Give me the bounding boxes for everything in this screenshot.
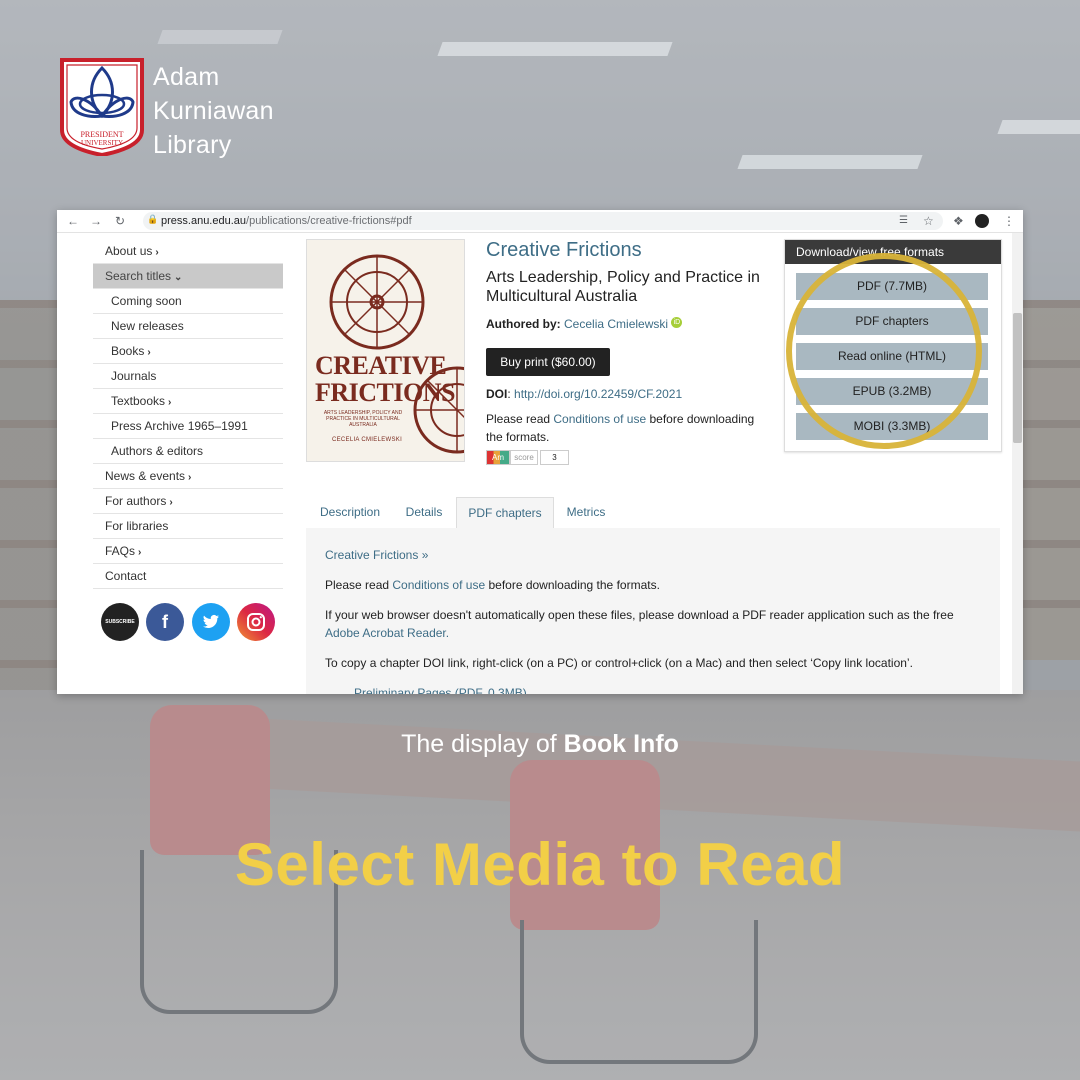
chevron-right-icon: › [138, 547, 142, 558]
nav-item-faqs[interactable]: FAQs › [93, 539, 283, 564]
orcid-icon[interactable]: iD [671, 317, 683, 328]
reload-icon[interactable]: ↻ [115, 213, 125, 229]
web-page: About us › Search titles ⌄ Coming soon New… [57, 233, 1012, 694]
facebook-icon[interactable]: f [146, 603, 184, 641]
highlight-circle [786, 253, 982, 449]
nav-item-journals[interactable]: Journals [93, 364, 283, 389]
address-bar[interactable]: 🔒 press.anu.edu.au/publications/creative… [143, 212, 943, 230]
content-copy-note: To copy a chapter DOI link, right-click … [325, 656, 913, 670]
sidebar-nav: About us › Search titles ⌄ Coming soon New… [93, 239, 283, 589]
adobe-reader-link[interactable]: Adobe Acrobat Reader. [325, 626, 449, 640]
content-browser-note: If your web browser doesn't automaticall… [325, 608, 954, 640]
nav-item-books[interactable]: Books › [93, 339, 283, 364]
nav-item-new-releases[interactable]: New releases [93, 314, 283, 339]
tab-pdf-chapters[interactable]: PDF chapters [456, 497, 554, 529]
nav-item-for-libraries[interactable]: For libraries [93, 514, 283, 539]
tab-content: Creative Frictions » Please read Conditi… [306, 528, 1000, 694]
doi-link[interactable]: http://doi.org/10.22459/CF.2021 [514, 387, 682, 401]
logo-text-line2: UNIVERSITY [81, 139, 123, 147]
chevron-down-icon: ⌄ [174, 272, 183, 283]
author-link[interactable]: Cecelia Cmielewski [564, 317, 668, 331]
browser-window: ← → ↻ 🔒 press.anu.edu.au/publications/cr… [57, 210, 1023, 694]
altmetric-score: 3 [540, 450, 569, 465]
nav-item-news-events[interactable]: News & events › [93, 464, 283, 489]
headline: Select Media to Read [234, 831, 846, 898]
profile-avatar-icon[interactable] [975, 214, 989, 228]
altmetric-score-label: score [510, 450, 538, 465]
caption: The display of Book Info [401, 730, 679, 758]
book-title: Creative Frictions [486, 239, 642, 261]
book-cover[interactable]: CREATIVE FRICTIONS ARTS LEADERSHIP, POLI… [306, 239, 465, 462]
tab-description[interactable]: Description [306, 497, 394, 528]
altmetric-logo: Am [486, 450, 510, 465]
bookmark-star-icon[interactable]: ☆ [923, 213, 934, 229]
library-name-line: Adam [153, 63, 220, 91]
back-icon[interactable]: ← [67, 213, 79, 229]
content-breadcrumb[interactable]: Creative Frictions » [325, 546, 975, 564]
cover-subtitle: ARTS LEADERSHIP, POLICY AND PRACTICE IN … [323, 410, 403, 428]
tab-bar: Description Details PDF chapters Metrics [306, 497, 1000, 529]
cover-title: CREATIVE FRICTIONS [315, 351, 455, 407]
nav-item-press-archive[interactable]: Press Archive 1965–1991 [93, 414, 283, 439]
cover-author: CECELIA CMIELEWSKI [331, 437, 403, 443]
tab-details[interactable]: Details [394, 497, 454, 528]
conditions-note: Please read Conditions of use before dow… [486, 412, 755, 444]
book-subtitle: Arts Leadership, Policy and Practice in … [486, 269, 760, 305]
chevron-right-icon: › [147, 347, 151, 358]
library-name: Adam Kurniawan Library [153, 60, 274, 162]
nav-item-authors-editors[interactable]: Authors & editors [93, 439, 283, 464]
chevron-right-icon: › [188, 472, 192, 483]
nav-item-about-us[interactable]: About us › [93, 239, 283, 264]
menu-icon[interactable]: ⋮ [1003, 213, 1015, 229]
buy-print-button[interactable]: Buy print ($60.00) [486, 348, 610, 376]
president-university-logo: PRESIDENT UNIVERSITY [60, 58, 144, 156]
twitter-icon[interactable] [192, 603, 230, 641]
content-conditions-note: Please read Conditions of use before dow… [325, 578, 660, 592]
instagram-icon[interactable] [237, 603, 275, 641]
forward-icon[interactable]: → [90, 213, 102, 229]
subscribe-icon[interactable]: SUBSCRIBE [101, 603, 139, 641]
translate-icon[interactable]: ☰ [899, 213, 908, 229]
nav-item-for-authors[interactable]: For authors › [93, 489, 283, 514]
authored-by: Authored by: Cecelia Cmielewski iD [486, 317, 683, 331]
browser-toolbar: ← → ↻ 🔒 press.anu.edu.au/publications/cr… [57, 210, 1023, 233]
doi: DOI: http://doi.org/10.22459/CF.2021 [486, 387, 683, 401]
logo-text-line1: PRESIDENT [80, 130, 123, 139]
chevron-right-icon: › [168, 397, 172, 408]
lock-icon: 🔒 [147, 214, 159, 224]
nav-item-coming-soon[interactable]: Coming soon [93, 289, 283, 314]
chevron-right-icon: › [155, 247, 159, 258]
conditions-link[interactable]: Conditions of use [553, 412, 646, 426]
url-text: press.anu.edu.au/publications/creative-f… [161, 215, 412, 227]
library-name-line: Library [153, 131, 232, 159]
library-name-line: Kurniawan [153, 97, 274, 125]
nav-item-contact[interactable]: Contact [93, 564, 283, 589]
scrollbar[interactable] [1012, 233, 1023, 694]
chapter-link[interactable]: Preliminary Pages (PDF, 0.3MB) [354, 684, 1004, 694]
nav-item-search-titles[interactable]: Search titles ⌄ [93, 264, 283, 289]
nav-item-textbooks[interactable]: Textbooks › [93, 389, 283, 414]
tab-metrics[interactable]: Metrics [554, 497, 618, 528]
chevron-right-icon: › [169, 497, 173, 508]
conditions-link[interactable]: Conditions of use [392, 578, 485, 592]
scrollbar-thumb[interactable] [1013, 313, 1022, 443]
extensions-icon[interactable]: ❖ [953, 213, 964, 229]
